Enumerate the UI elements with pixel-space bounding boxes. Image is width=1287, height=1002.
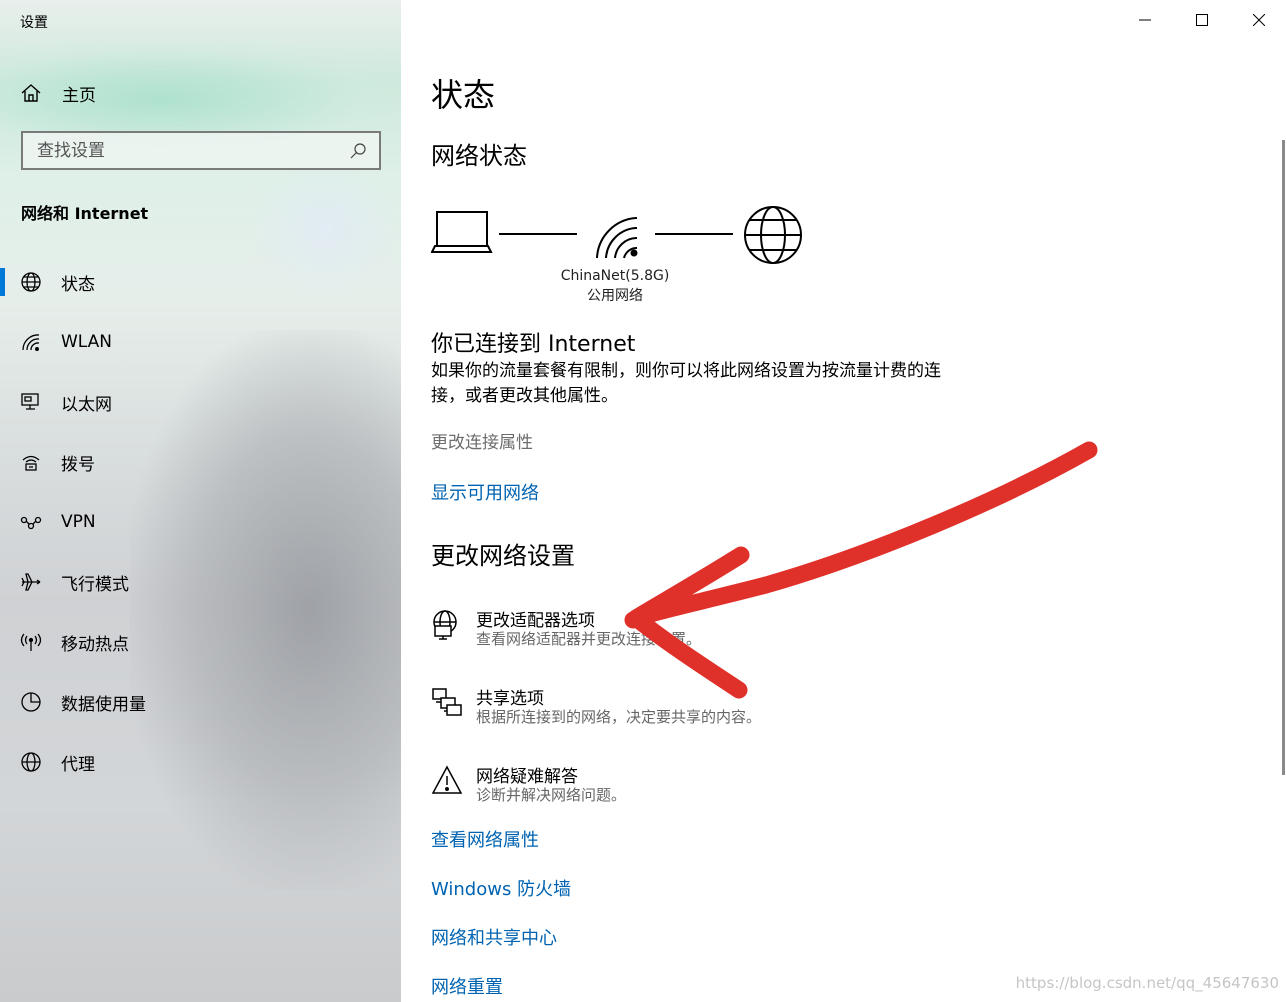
windows-firewall-link[interactable]: Windows 防火墙 <box>431 875 571 901</box>
maximize-icon <box>1195 14 1208 26</box>
option-subtitle: 查看网络适配器并更改连接设置。 <box>476 630 702 648</box>
search-icon[interactable] <box>349 142 367 160</box>
option-subtitle: 根据所连接到的网络，决定要共享的内容。 <box>476 708 762 726</box>
laptop-icon <box>431 211 493 253</box>
globe-icon <box>20 751 42 773</box>
sharing-icon <box>432 688 462 716</box>
network-type: 公用网络 <box>587 288 643 304</box>
option-sharing[interactable]: 共享选项 根据所连接到的网络，决定要共享的内容。 <box>431 684 931 728</box>
scrollbar[interactable] <box>1282 140 1285 775</box>
home-label: 主页 <box>62 85 96 106</box>
network-label: ChinaNet(5.8G) 公用网络 <box>551 266 679 306</box>
sidebar-item-label: VPN <box>61 512 96 532</box>
wifi-icon <box>596 217 638 259</box>
sidebar-item-label: WLAN <box>61 332 113 352</box>
network-sharing-center-link[interactable]: 网络和共享中心 <box>431 924 557 950</box>
sidebar-item-label: 移动热点 <box>61 634 129 655</box>
change-connection-properties-link[interactable]: 更改连接属性 <box>431 428 533 453</box>
search-input[interactable] <box>37 140 349 161</box>
sidebar-nav: 状态 WLAN 以太网 拨号 VPN 飞行模式 移动热点 数据使用量 代理 <box>0 252 401 792</box>
change-settings-heading: 更改网络设置 <box>431 542 575 570</box>
sidebar-item-airplane[interactable]: 飞行模式 <box>0 552 401 612</box>
sidebar-item-label: 飞行模式 <box>61 574 129 595</box>
page-title: 状态 <box>431 76 496 114</box>
wifi-icon <box>20 331 42 353</box>
home-icon <box>21 84 41 102</box>
option-troubleshoot[interactable]: 网络疑难解答 诊断并解决网络问题。 <box>431 762 931 806</box>
vpn-icon <box>20 511 42 533</box>
ethernet-icon <box>20 391 42 413</box>
network-reset-link[interactable]: 网络重置 <box>431 973 503 999</box>
sidebar-item-label: 状态 <box>61 274 95 295</box>
sidebar-item-wlan[interactable]: WLAN <box>0 312 401 372</box>
warning-icon <box>431 765 463 794</box>
sidebar-item-data-usage[interactable]: 数据使用量 <box>0 672 401 732</box>
sidebar-item-label: 代理 <box>61 754 95 775</box>
network-status-heading: 网络状态 <box>431 142 527 170</box>
sidebar-item-hotspot[interactable]: 移动热点 <box>0 612 401 672</box>
connected-description: 如果你的流量套餐有限制，则你可以将此网络设置为按流量计费的连接，或者更改其他属性… <box>431 361 941 406</box>
globe-icon <box>744 206 802 264</box>
watermark: https://blog.csdn.net/qq_45647630 <box>1015 974 1279 992</box>
home-link[interactable]: 主页 <box>20 80 96 106</box>
dialup-icon <box>20 451 42 473</box>
minimize-button[interactable] <box>1116 0 1173 40</box>
window-title: 设置 <box>20 15 48 31</box>
globe-status-icon <box>20 271 42 293</box>
connected-title: 你已连接到 Internet <box>431 332 636 357</box>
sidebar-item-label: 数据使用量 <box>61 694 146 715</box>
show-available-networks-link[interactable]: 显示可用网络 <box>431 479 539 505</box>
sidebar-item-label: 拨号 <box>61 454 95 475</box>
sidebar-item-dialup[interactable]: 拨号 <box>0 432 401 492</box>
maximize-button[interactable] <box>1173 0 1230 40</box>
adapter-icon <box>433 610 457 640</box>
minimize-icon <box>1138 19 1151 21</box>
close-icon <box>1252 14 1265 26</box>
data-usage-icon <box>20 691 42 713</box>
sidebar: 设置 主页 网络和 Internet 状态 W <box>0 0 401 1002</box>
hotspot-icon <box>20 631 42 653</box>
sidebar-item-proxy[interactable]: 代理 <box>0 732 401 792</box>
sidebar-item-vpn[interactable]: VPN <box>0 492 401 552</box>
sidebar-item-ethernet[interactable]: 以太网 <box>0 372 401 432</box>
close-button[interactable] <box>1230 0 1287 40</box>
option-change-adapter[interactable]: 更改适配器选项 查看网络适配器并更改连接设置。 <box>431 606 931 650</box>
sidebar-item-status[interactable]: 状态 <box>0 252 401 312</box>
main-content: 状态 网络状态 ChinaNet(5.8G) 公用网络 你已连接到 Intern… <box>401 0 1287 1002</box>
airplane-icon <box>20 571 42 593</box>
search-box[interactable] <box>21 131 381 170</box>
option-subtitle: 诊断并解决网络问题。 <box>476 786 627 804</box>
sidebar-item-label: 以太网 <box>61 394 112 415</box>
section-title: 网络和 Internet <box>21 204 149 223</box>
network-name: ChinaNet(5.8G) <box>560 268 670 284</box>
view-network-properties-link[interactable]: 查看网络属性 <box>431 826 539 852</box>
